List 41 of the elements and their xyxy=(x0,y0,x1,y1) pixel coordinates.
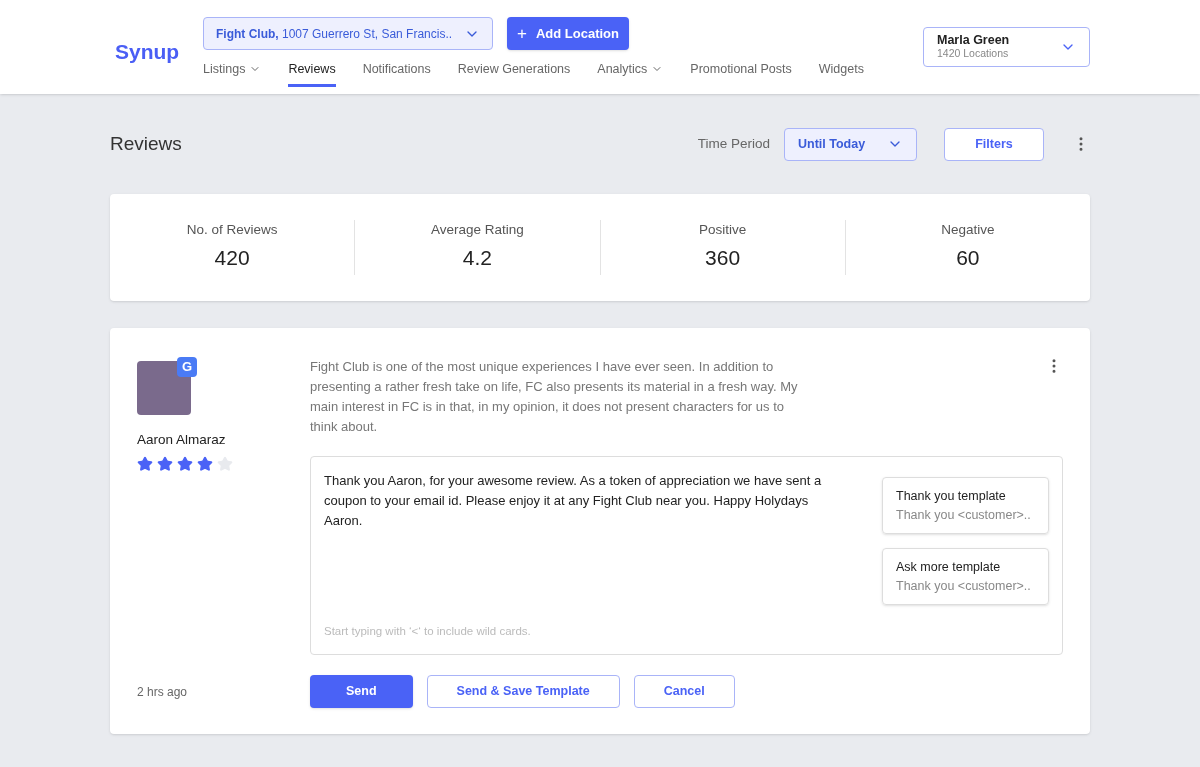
page-title: Reviews xyxy=(110,131,182,156)
add-location-button[interactable]: + Add Location xyxy=(507,17,629,50)
review-time: 2 hrs ago xyxy=(137,684,189,701)
reply-text: Thank you Aaron, for your awesome review. As a token of appreciation we have sent a coupon to your email id. Please enjoy it at any Fight Club near you. Happy Holydays Aaron. xyxy=(324,472,823,530)
action-button[interactable]: Cancel xyxy=(633,675,735,708)
filters-button[interactable]: Filters xyxy=(944,127,1044,161)
source-badge: G xyxy=(177,357,197,377)
time-period-label: Time Period xyxy=(697,134,770,153)
time-period-dropdown[interactable]: Until Today xyxy=(784,127,917,161)
stat-label: Negative xyxy=(941,221,995,239)
logo: Synup xyxy=(115,39,181,65)
account-dropdown[interactable]: Marla Green 1420 Locations xyxy=(923,27,1090,67)
stat-value: 360 xyxy=(705,245,741,272)
star-icon xyxy=(177,456,193,473)
reply-hint: Start typing with ‘<‘ to include wild cards. xyxy=(324,623,532,639)
reviewer-name: Aaron Almaraz xyxy=(137,431,227,449)
star-icon xyxy=(157,456,173,473)
action-button[interactable]: Send & Save Template xyxy=(426,675,620,708)
nav-tab[interactable]: Promotional Posts xyxy=(690,60,792,87)
stat-value: 420 xyxy=(214,245,250,272)
nav-tab[interactable]: Review Generations xyxy=(457,60,571,87)
avatar-photo-placeholder xyxy=(137,361,191,415)
reply-field[interactable] xyxy=(310,456,1063,655)
star-icon xyxy=(197,456,213,473)
template-card[interactable]: Ask more template Thank you <customer>.. xyxy=(882,548,1049,605)
stat-value: 4.2 xyxy=(462,245,492,272)
nav-tab[interactable]: Widgets xyxy=(818,60,864,87)
action-button[interactable]: Send xyxy=(310,675,413,708)
location-dropdown[interactable]: Fight Club, 1007 Guerrero St, San Francis.. xyxy=(203,17,493,50)
stat-label: Average Rating xyxy=(430,221,524,239)
nav-tab[interactable]: Reviews xyxy=(288,60,336,87)
nav-tab[interactable]: Listings xyxy=(203,60,262,87)
template-card[interactable]: Thank you template Thank you <customer>.. xyxy=(882,477,1049,534)
nav-tab[interactable]: Notifications xyxy=(362,60,431,87)
star-icon xyxy=(217,456,233,473)
review-text: Fight Club is one of the most unique experiences I have ever seen. In addition to presenting a rather fresh take on life, FC also presents its material in a fresh way. My main interest in FC is in that, in my opinion, it does not present characters for us to think about. xyxy=(310,358,799,436)
stat-label: Positive xyxy=(699,221,747,239)
star-icon xyxy=(137,456,153,473)
nav-tab[interactable]: Analytics xyxy=(597,60,664,87)
stat-label: No. of Reviews xyxy=(186,221,278,239)
stat-value: 60 xyxy=(956,245,980,272)
